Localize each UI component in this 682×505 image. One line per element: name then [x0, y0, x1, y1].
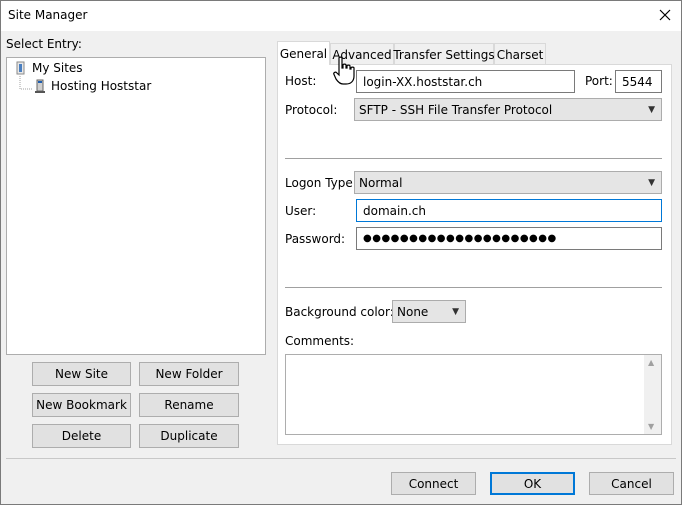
- site-tree[interactable]: My Sites Hosting Hoststar: [6, 57, 266, 355]
- tab-general[interactable]: General: [277, 41, 330, 65]
- tab-charset-label: Charset: [496, 47, 544, 62]
- new-folder-label: New Folder: [155, 367, 223, 381]
- close-icon: [659, 9, 671, 21]
- rename-label: Rename: [164, 398, 214, 412]
- user-input[interactable]: domain.ch: [356, 199, 662, 222]
- protocol-value: SFTP - SSH File Transfer Protocol: [359, 102, 553, 117]
- delete-button[interactable]: Delete: [32, 424, 131, 448]
- separator-1: [285, 158, 662, 159]
- scroll-down-icon: ▼: [648, 422, 655, 431]
- tab-charset[interactable]: Charset: [494, 43, 546, 65]
- tab-general-label: General: [279, 46, 328, 61]
- user-label: User:: [285, 204, 317, 218]
- background-color-select[interactable]: None ▼: [392, 300, 466, 323]
- logon-type-value: Normal: [359, 175, 403, 190]
- duplicate-button[interactable]: Duplicate: [139, 424, 239, 448]
- comments-textarea[interactable]: ▲ ▼: [285, 354, 662, 435]
- host-value: login-XX.hoststar.ch: [363, 74, 483, 89]
- background-color-value: None: [397, 304, 429, 319]
- logon-type-select[interactable]: Normal ▼: [354, 171, 662, 194]
- close-button[interactable]: [650, 3, 680, 27]
- connect-label: Connect: [408, 476, 459, 491]
- logon-type-label: Logon Type:: [285, 176, 357, 190]
- chevron-down-icon: ▼: [648, 177, 655, 188]
- cancel-label: Cancel: [611, 476, 652, 491]
- select-entry-label: Select Entry:: [6, 37, 82, 51]
- comments-label: Comments:: [285, 334, 355, 348]
- ok-label: OK: [523, 476, 542, 491]
- new-folder-button[interactable]: New Folder: [139, 362, 239, 386]
- password-value: ●●●●●●●●●●●●●●●●●●●●●: [363, 233, 557, 244]
- host-input[interactable]: login-XX.hoststar.ch: [356, 70, 575, 93]
- folder-icon: [14, 61, 28, 75]
- title-bar: [1, 1, 681, 31]
- port-input[interactable]: 5544: [615, 70, 662, 93]
- delete-label: Delete: [61, 429, 102, 443]
- scroll-up-icon: ▲: [648, 358, 655, 367]
- hand-cursor-icon: [333, 56, 355, 89]
- new-bookmark-label: New Bookmark: [36, 398, 127, 412]
- user-value: domain.ch: [363, 203, 426, 218]
- window-title: Site Manager: [8, 8, 88, 22]
- cancel-button[interactable]: Cancel: [589, 472, 674, 495]
- comments-scrollbar[interactable]: ▲ ▼: [644, 355, 661, 434]
- tree-root-item[interactable]: My Sites: [32, 61, 83, 75]
- chevron-down-icon: ▼: [648, 104, 655, 115]
- rename-button[interactable]: Rename: [139, 393, 239, 417]
- server-icon: [33, 79, 47, 93]
- connect-button[interactable]: Connect: [391, 472, 476, 495]
- new-site-button[interactable]: New Site: [32, 362, 131, 386]
- port-label: Port:: [585, 74, 613, 88]
- tab-transfer-settings-label: Transfer Settings: [393, 47, 495, 62]
- password-input[interactable]: ●●●●●●●●●●●●●●●●●●●●●: [356, 227, 662, 250]
- duplicate-label: Duplicate: [160, 429, 218, 443]
- protocol-select[interactable]: SFTP - SSH File Transfer Protocol ▼: [354, 98, 662, 121]
- separator-2: [285, 287, 662, 288]
- footer-separator: [6, 458, 676, 459]
- password-label: Password:: [285, 232, 346, 246]
- port-value: 5544: [622, 74, 653, 89]
- tab-transfer-settings[interactable]: Transfer Settings: [393, 43, 495, 65]
- new-bookmark-button[interactable]: New Bookmark: [32, 393, 131, 417]
- host-label: Host:: [285, 74, 317, 88]
- tree-child-item[interactable]: Hosting Hoststar: [51, 79, 151, 93]
- protocol-label: Protocol:: [285, 103, 338, 117]
- background-color-label: Background color:: [285, 305, 394, 319]
- new-site-label: New Site: [54, 367, 109, 381]
- ok-button[interactable]: OK: [490, 472, 575, 495]
- chevron-down-icon: ▼: [452, 306, 459, 317]
